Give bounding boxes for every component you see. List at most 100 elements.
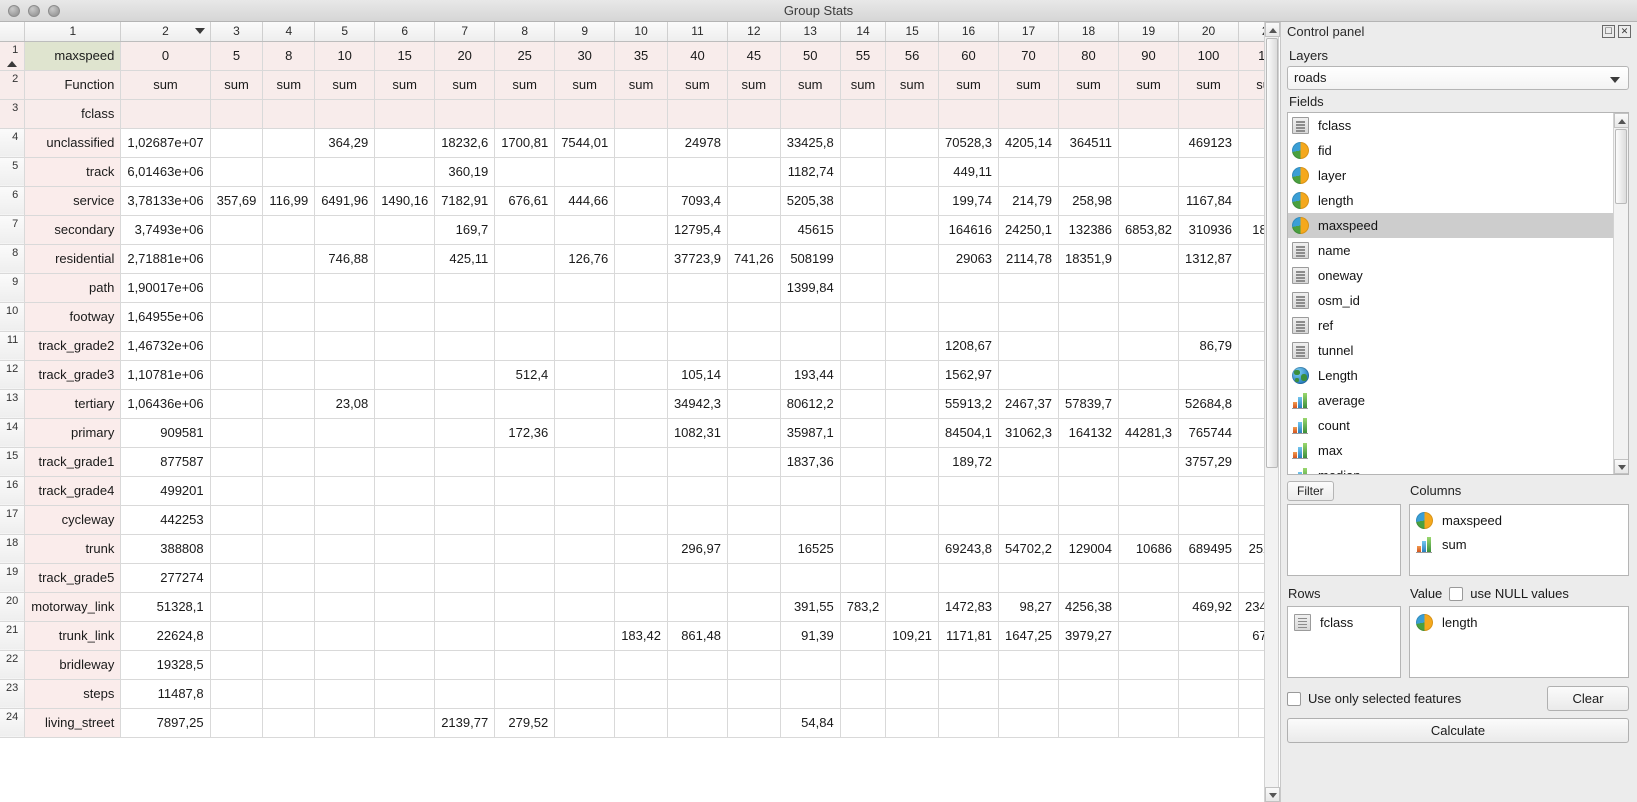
data-cell[interactable] [998,708,1060,738]
data-cell[interactable] [314,447,376,477]
data-cell[interactable] [1178,621,1240,651]
data-cell[interactable] [1058,476,1120,506]
data-cell[interactable] [840,476,887,506]
data-cell[interactable]: 35987,1 [780,418,841,448]
data-cell[interactable]: 12795,4 [667,215,728,245]
data-cell[interactable] [262,621,316,651]
row-number-2[interactable]: 2 [0,70,26,100]
data-cell[interactable]: 7897,25 [120,708,211,738]
data-cell[interactable] [494,563,556,593]
data-cell[interactable] [314,273,376,303]
data-cell[interactable] [314,708,376,738]
data-cell[interactable] [262,447,316,477]
undock-icon[interactable]: ☐ [1602,25,1615,38]
data-cell[interactable]: 109,21 [885,621,940,651]
data-cell[interactable]: 449,11 [938,157,1000,187]
data-cell[interactable] [1178,505,1240,535]
data-cell[interactable] [554,476,616,506]
data-cell[interactable] [210,708,264,738]
column-header-19[interactable]: 19 [1118,22,1180,42]
maxspeed-value-cell[interactable]: 100 [1178,41,1240,71]
control-panel-window-buttons[interactable]: ☐ ✕ [1602,25,1631,38]
data-cell[interactable] [1178,476,1240,506]
data-cell[interactable] [1118,186,1180,216]
data-cell[interactable] [667,592,728,622]
data-cell[interactable]: 676,61 [494,186,556,216]
data-cell[interactable]: 80612,2 [780,389,841,419]
data-cell[interactable] [210,505,264,535]
data-cell[interactable] [998,563,1060,593]
data-cell[interactable] [210,418,264,448]
column-header-15[interactable]: 15 [885,22,940,42]
data-cell[interactable] [314,157,376,187]
data-cell[interactable] [1118,679,1180,709]
row-number-17[interactable]: 17 [0,505,26,535]
data-cell[interactable]: 54,84 [780,708,841,738]
data-cell[interactable] [1058,273,1120,303]
data-cell[interactable] [554,331,616,361]
data-cell[interactable] [1118,302,1180,332]
data-cell[interactable] [494,476,556,506]
data-cell[interactable] [614,563,668,593]
data-cell[interactable] [614,244,668,274]
data-cell[interactable]: 18351,9 [1058,244,1120,274]
row-label-cell[interactable]: trunk [24,534,122,564]
data-cell[interactable]: 132386 [1058,215,1120,245]
selected-header-cell[interactable]: maxspeed [24,40,122,71]
data-cell[interactable] [314,360,376,390]
data-cell[interactable] [998,360,1060,390]
row-label-cell[interactable]: service [24,186,122,216]
data-cell[interactable] [314,534,376,564]
data-cell[interactable] [1118,244,1180,274]
data-cell[interactable] [314,650,376,680]
data-cell[interactable] [262,563,316,593]
empty-cell[interactable] [554,99,616,129]
data-cell[interactable] [885,650,940,680]
data-cell[interactable] [494,389,556,419]
data-cell[interactable] [614,679,668,709]
data-cell[interactable] [554,592,616,622]
data-cell[interactable] [1178,563,1240,593]
data-cell[interactable]: 57839,7 [1058,389,1120,419]
data-cell[interactable] [840,157,887,187]
data-cell[interactable] [840,650,887,680]
data-cell[interactable] [780,302,841,332]
data-cell[interactable]: 1647,25 [998,621,1060,651]
data-cell[interactable] [262,708,316,738]
empty-cell[interactable] [840,99,887,129]
data-cell[interactable]: 277274 [120,563,211,593]
data-cell[interactable] [210,360,264,390]
data-cell[interactable] [262,389,316,419]
data-cell[interactable] [614,128,668,158]
data-cell[interactable]: 1167,84 [1178,186,1240,216]
data-cell[interactable] [885,331,940,361]
data-cell[interactable]: 11487,8 [120,679,211,709]
data-cell[interactable]: 444,66 [554,186,616,216]
value-dropzone[interactable]: length [1409,606,1629,678]
data-cell[interactable]: 214,79 [998,186,1060,216]
data-cell[interactable] [1118,476,1180,506]
data-cell[interactable] [494,302,556,332]
field-list-item[interactable]: tunnel [1288,338,1613,363]
data-cell[interactable] [554,447,616,477]
data-cell[interactable]: 364511 [1058,128,1120,158]
data-cell[interactable] [374,418,436,448]
data-cell[interactable] [262,331,316,361]
data-cell[interactable] [614,360,668,390]
data-cell[interactable] [434,360,496,390]
data-cell[interactable] [938,650,1000,680]
empty-cell[interactable] [494,99,556,129]
column-header-9[interactable]: 9 [554,22,616,42]
maxspeed-value-cell[interactable]: 70 [998,41,1060,71]
field-list-item[interactable]: average [1288,388,1613,413]
data-cell[interactable] [374,128,436,158]
data-cell[interactable] [314,418,376,448]
data-cell[interactable]: 1,46732e+06 [120,331,211,361]
data-cell[interactable] [727,650,781,680]
data-cell[interactable] [780,476,841,506]
data-cell[interactable] [727,708,781,738]
column-header-20[interactable]: 20 [1178,22,1240,42]
data-cell[interactable] [554,273,616,303]
data-cell[interactable] [210,447,264,477]
data-cell[interactable]: 199,74 [938,186,1000,216]
